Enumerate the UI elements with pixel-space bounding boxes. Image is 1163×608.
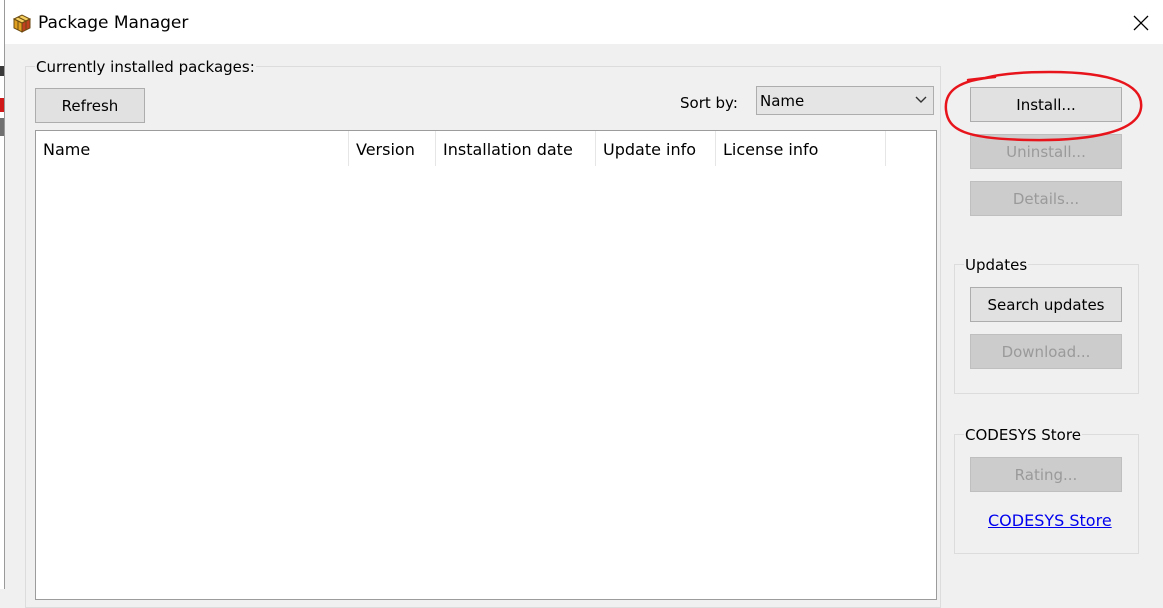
rating-button[interactable]: Rating... (970, 457, 1122, 492)
updates-label: Updates (964, 256, 1029, 274)
column-header-update-info[interactable]: Update info (596, 131, 716, 166)
search-updates-button[interactable]: Search updates (970, 287, 1122, 322)
close-button[interactable] (1126, 8, 1156, 38)
title-bar: Package Manager (5, 0, 1163, 44)
close-icon (1133, 15, 1149, 31)
codesys-store-link[interactable]: CODESYS Store (988, 511, 1112, 530)
installed-packages-list[interactable]: Name Version Installation date Update in… (35, 130, 937, 600)
install-button[interactable]: Install... (970, 87, 1122, 122)
chevron-down-icon (915, 96, 927, 103)
sort-by-label: Sort by: (680, 94, 738, 112)
installed-packages-label: Currently installed packages: (35, 58, 256, 76)
column-header-license-info[interactable]: License info (716, 131, 886, 166)
package-manager-dialog: Package Manager Currently installed pack… (4, 0, 1163, 608)
sort-by-value: Name (760, 92, 805, 110)
refresh-button[interactable]: Refresh (35, 88, 145, 123)
uninstall-button[interactable]: Uninstall... (970, 134, 1122, 169)
window-title: Package Manager (38, 13, 189, 33)
codesys-store-label: CODESYS Store (964, 426, 1082, 444)
column-header-version[interactable]: Version (349, 131, 436, 166)
codesys-store-group (954, 434, 1139, 554)
sort-by-dropdown[interactable]: Name (756, 86, 934, 115)
package-box-icon (12, 14, 32, 33)
updates-group (954, 264, 1139, 394)
column-header-installation-date[interactable]: Installation date (436, 131, 596, 166)
details-button[interactable]: Details... (970, 181, 1122, 216)
download-button[interactable]: Download... (970, 334, 1122, 369)
column-header-name[interactable]: Name (36, 131, 349, 166)
